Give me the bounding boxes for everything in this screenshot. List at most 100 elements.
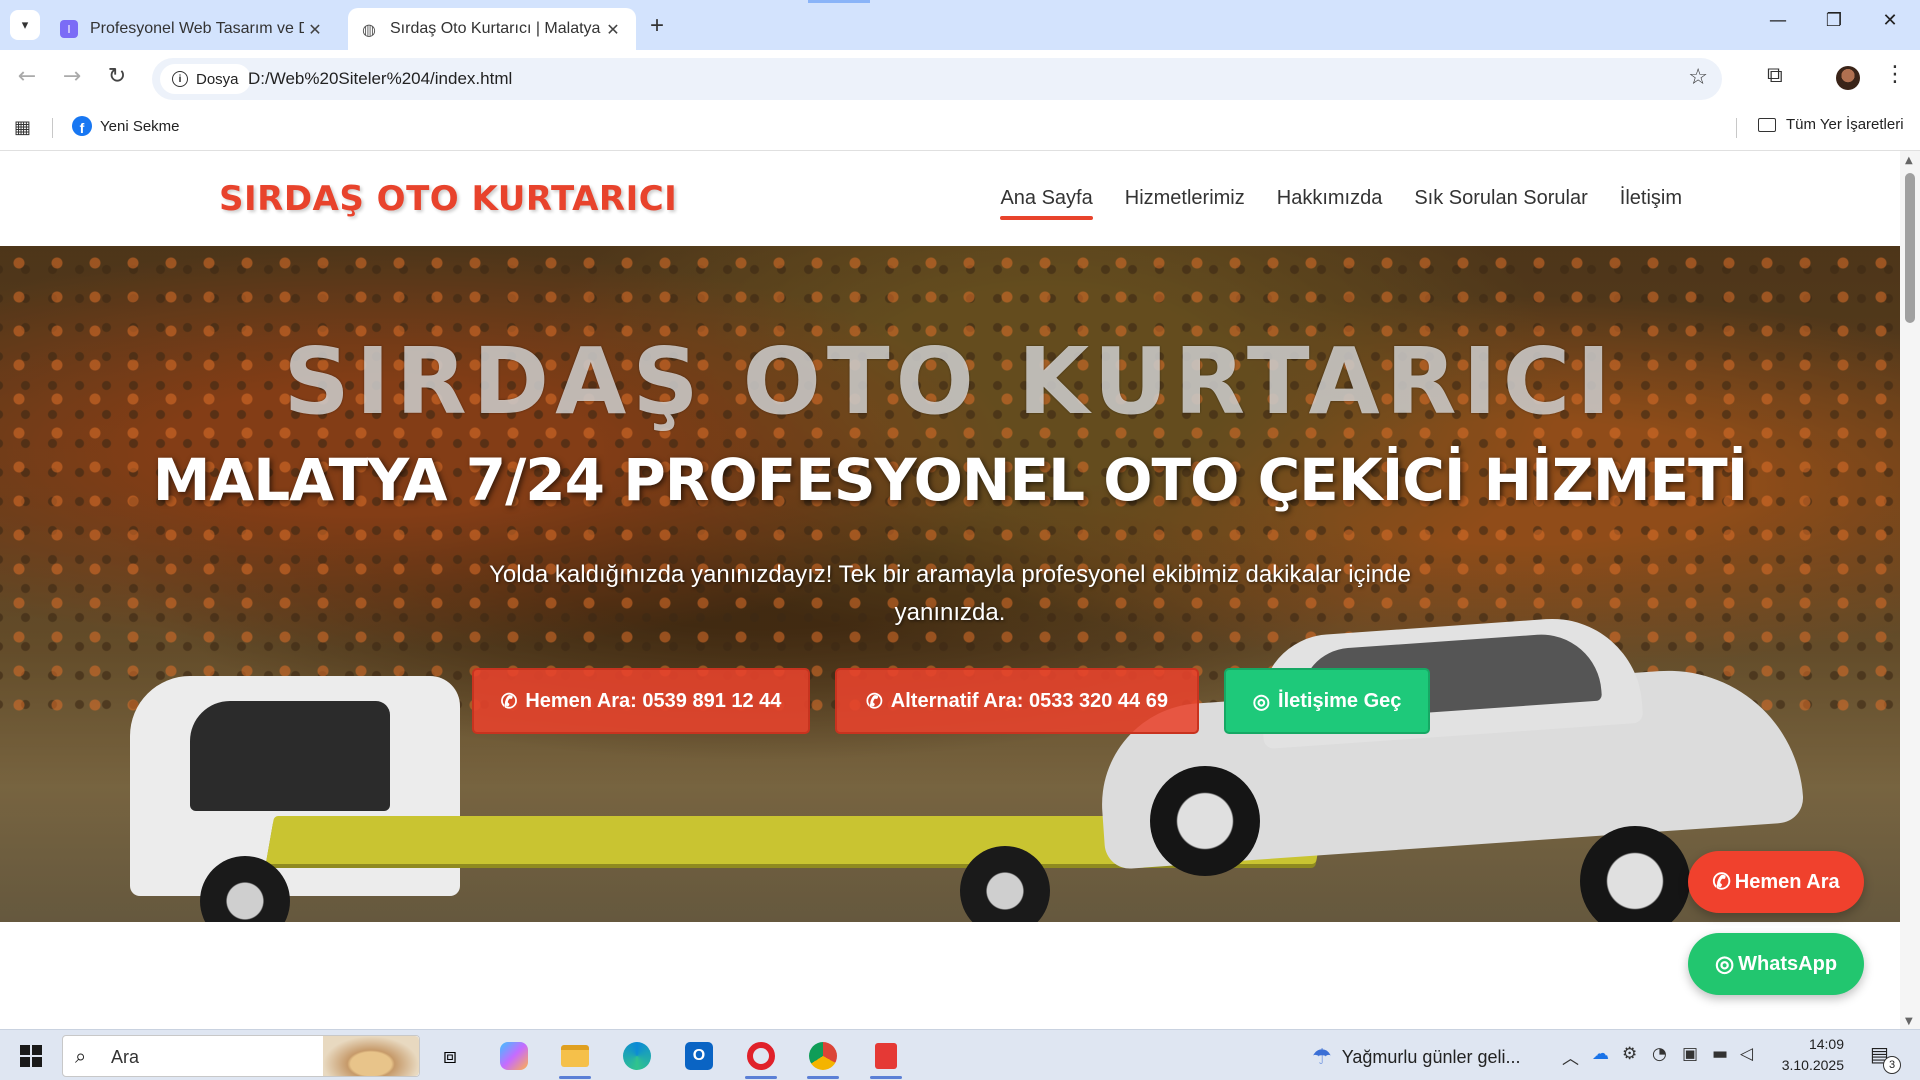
floating-call-button[interactable]: ✆ Hemen Ara (1688, 851, 1864, 913)
taskbar-weather[interactable]: ☂ Yağmurlu günler geli... (1312, 1044, 1521, 1070)
battery-icon[interactable]: ▬ (1712, 1044, 1728, 1064)
site-nav: Ana Sayfa Hizmetlerimiz Hakkımızda Sık S… (1000, 187, 1682, 220)
pdf-reader-icon[interactable] (866, 1036, 906, 1079)
hero-subtitle: Yolda kaldığınızda yanınızdayız! Tek bir… (489, 561, 1411, 626)
phone-icon: ✆ (1712, 869, 1731, 894)
info-icon: i (172, 71, 188, 87)
weather-text: Yağmurlu günler geli... (1341, 1046, 1521, 1067)
new-tab-button[interactable]: + (650, 12, 664, 40)
sync-error-icon[interactable]: ⚙ (1622, 1044, 1637, 1064)
site-logo[interactable]: SIRDAŞ OTO KURTARICI (219, 179, 677, 219)
outlook-icon[interactable]: O (679, 1036, 719, 1076)
bookmark-star-icon[interactable]: ☆ (1688, 65, 1708, 90)
minimize-icon[interactable]: — (1758, 10, 1798, 31)
bookmarks-bar: ▦ f Yeni Sekme Tüm Yer İşaretleri (0, 108, 1920, 151)
tab-drag-indicator (808, 0, 870, 3)
all-bookmarks-button[interactable]: Tüm Yer İşaretleri (1758, 116, 1904, 133)
tab-search-chevron-icon[interactable]: ▾ (10, 10, 40, 40)
bookmark-separator (1736, 118, 1737, 138)
scroll-up-arrow-icon[interactable]: ▲ (1905, 155, 1913, 166)
contact-whatsapp-button[interactable]: ◎ İletişime Geç (1224, 668, 1430, 734)
windows-taskbar: ⌕ Ara ⧈ O ☂ Yağmurlu günler geli... ︿ ☁ … (0, 1029, 1920, 1080)
reload-icon[interactable]: ↻ (102, 64, 132, 89)
taskbar-clock[interactable]: 14:09 3.10.2025 (1774, 1034, 1844, 1076)
forward-arrow-icon[interactable]: → (57, 64, 87, 89)
back-arrow-icon[interactable]: ← (12, 64, 42, 89)
phone-icon: ✆ (500, 690, 518, 713)
taskbar-search-box[interactable]: ⌕ Ara (62, 1035, 420, 1077)
wifi-icon[interactable]: ◔ (1652, 1044, 1667, 1064)
search-icon: ⌕ (75, 1044, 87, 1068)
restore-icon[interactable]: ❐ (1814, 10, 1854, 31)
folder-icon (1758, 117, 1776, 132)
search-highlight-image (323, 1036, 419, 1076)
hero-watermark-title: SIRDAŞ OTO KURTARICI (283, 328, 1617, 435)
whatsapp-icon: ◎ (1714, 951, 1735, 976)
clock-time: 14:09 (1808, 1036, 1844, 1052)
network-status-icon[interactable]: ▣ (1682, 1044, 1698, 1064)
facebook-icon: f (72, 116, 92, 136)
call-primary-button[interactable]: ✆ Hemen Ara: 0539 891 12 44 (472, 668, 810, 734)
page-scrollbar[interactable]: ▲ ▼ (1900, 151, 1920, 1029)
browser-tabstrip: ▾ I Profesyonel Web Tasarım ve Dij ✕ ◍ S… (0, 0, 1920, 50)
site-info-label: Dosya (196, 70, 239, 88)
apps-grid-icon[interactable]: ▦ (14, 117, 31, 138)
phone-icon: ✆ (866, 690, 883, 713)
notification-count-badge: 3 (1883, 1056, 1901, 1074)
page-viewport: SIRDAŞ OTO KURTARICI Ana Sayfa Hizmetler… (0, 151, 1900, 1029)
hero-section: SIRDAŞ OTO KURTARICI MALATYA 7/24 PROFES… (0, 246, 1900, 922)
bookmark-label: Yeni Sekme (100, 117, 180, 135)
site-header: SIRDAŞ OTO KURTARICI Ana Sayfa Hizmetler… (0, 151, 1900, 246)
bookmark-yeni-sekme[interactable]: f Yeni Sekme (72, 116, 180, 136)
copilot-icon[interactable] (494, 1036, 534, 1076)
url-text[interactable]: D:/Web%20Siteler%204/index.html (248, 69, 512, 89)
windows-start-icon[interactable] (20, 1045, 42, 1067)
browser-menu-icon[interactable]: ⋮ (1884, 62, 1906, 87)
onedrive-cloud-icon[interactable]: ☁ (1592, 1044, 1609, 1064)
site-info-chip[interactable]: i Dosya (160, 64, 251, 94)
nav-sss[interactable]: Sık Sorulan Sorular (1414, 187, 1587, 220)
browser-toolbar: ← → ↻ i Dosya D:/Web%20Siteler%204/index… (0, 50, 1920, 108)
close-window-icon[interactable]: ✕ (1870, 10, 1910, 31)
rain-umbrella-icon: ☂ (1312, 1044, 1332, 1069)
address-bar[interactable]: i Dosya D:/Web%20Siteler%204/index.html … (152, 58, 1722, 100)
chrome-icon[interactable] (803, 1036, 843, 1079)
task-view-icon[interactable]: ⧈ (430, 1036, 470, 1076)
nav-hakkimizda[interactable]: Hakkımızda (1277, 187, 1383, 220)
edge-browser-icon[interactable] (617, 1036, 657, 1076)
nav-hizmetlerimiz[interactable]: Hizmetlerimiz (1125, 187, 1245, 220)
browser-tab-inactive[interactable]: I Profesyonel Web Tasarım ve Dij ✕ (48, 8, 338, 50)
scroll-thumb[interactable] (1905, 173, 1915, 323)
tab-favicon: I (60, 20, 78, 38)
volume-icon[interactable]: ◁ (1740, 1044, 1753, 1064)
floating-call-label: Hemen Ara (1734, 870, 1840, 893)
browser-tab-active[interactable]: ◍ Sırdaş Oto Kurtarıcı | Malatya | 7 ✕ (348, 8, 636, 50)
tow-truck-window-image (190, 701, 390, 811)
scroll-down-arrow-icon[interactable]: ▼ (1905, 1016, 1913, 1027)
tab-close-icon[interactable]: ✕ (602, 20, 624, 39)
car-wheel-image (1150, 766, 1260, 876)
tab-close-icon[interactable]: ✕ (304, 20, 326, 39)
nav-iletisim[interactable]: İletişim (1620, 187, 1682, 220)
floating-whatsapp-button[interactable]: ◎ WhatsApp (1688, 933, 1864, 995)
profile-avatar[interactable] (1836, 66, 1860, 90)
bookmark-separator (52, 118, 53, 138)
file-explorer-icon[interactable] (555, 1036, 595, 1079)
tray-expand-chevron-icon[interactable]: ︿ (1562, 1044, 1579, 1069)
globe-icon: ◍ (362, 19, 376, 39)
opera-icon[interactable] (741, 1036, 781, 1079)
tab-title: Sırdaş Oto Kurtarıcı | Malatya | 7 (390, 20, 602, 37)
call-primary-label: Hemen Ara: 0539 891 12 44 (525, 689, 782, 712)
extensions-puzzle-icon[interactable]: ⧉ (1767, 63, 1783, 88)
call-alternative-button[interactable]: ✆ Alternatif Ara: 0533 320 44 69 (835, 668, 1199, 734)
nav-ana-sayfa[interactable]: Ana Sayfa (1000, 187, 1094, 220)
hero-title: MALATYA 7/24 PROFESYONEL OTO ÇEKİCİ HİZM… (152, 446, 1749, 514)
contact-label: İletişime Geç (1278, 689, 1402, 712)
taskbar-search-placeholder: Ara (111, 1047, 140, 1067)
floating-whatsapp-label: WhatsApp (1738, 952, 1838, 975)
tab-title: Profesyonel Web Tasarım ve Dij (90, 20, 304, 37)
call-alternative-label: Alternatif Ara: 0533 320 44 69 (890, 689, 1168, 712)
whatsapp-icon: ◎ (1252, 690, 1271, 713)
all-bookmarks-label: Tüm Yer İşaretleri (1786, 116, 1904, 133)
clock-date: 3.10.2025 (1781, 1057, 1844, 1073)
